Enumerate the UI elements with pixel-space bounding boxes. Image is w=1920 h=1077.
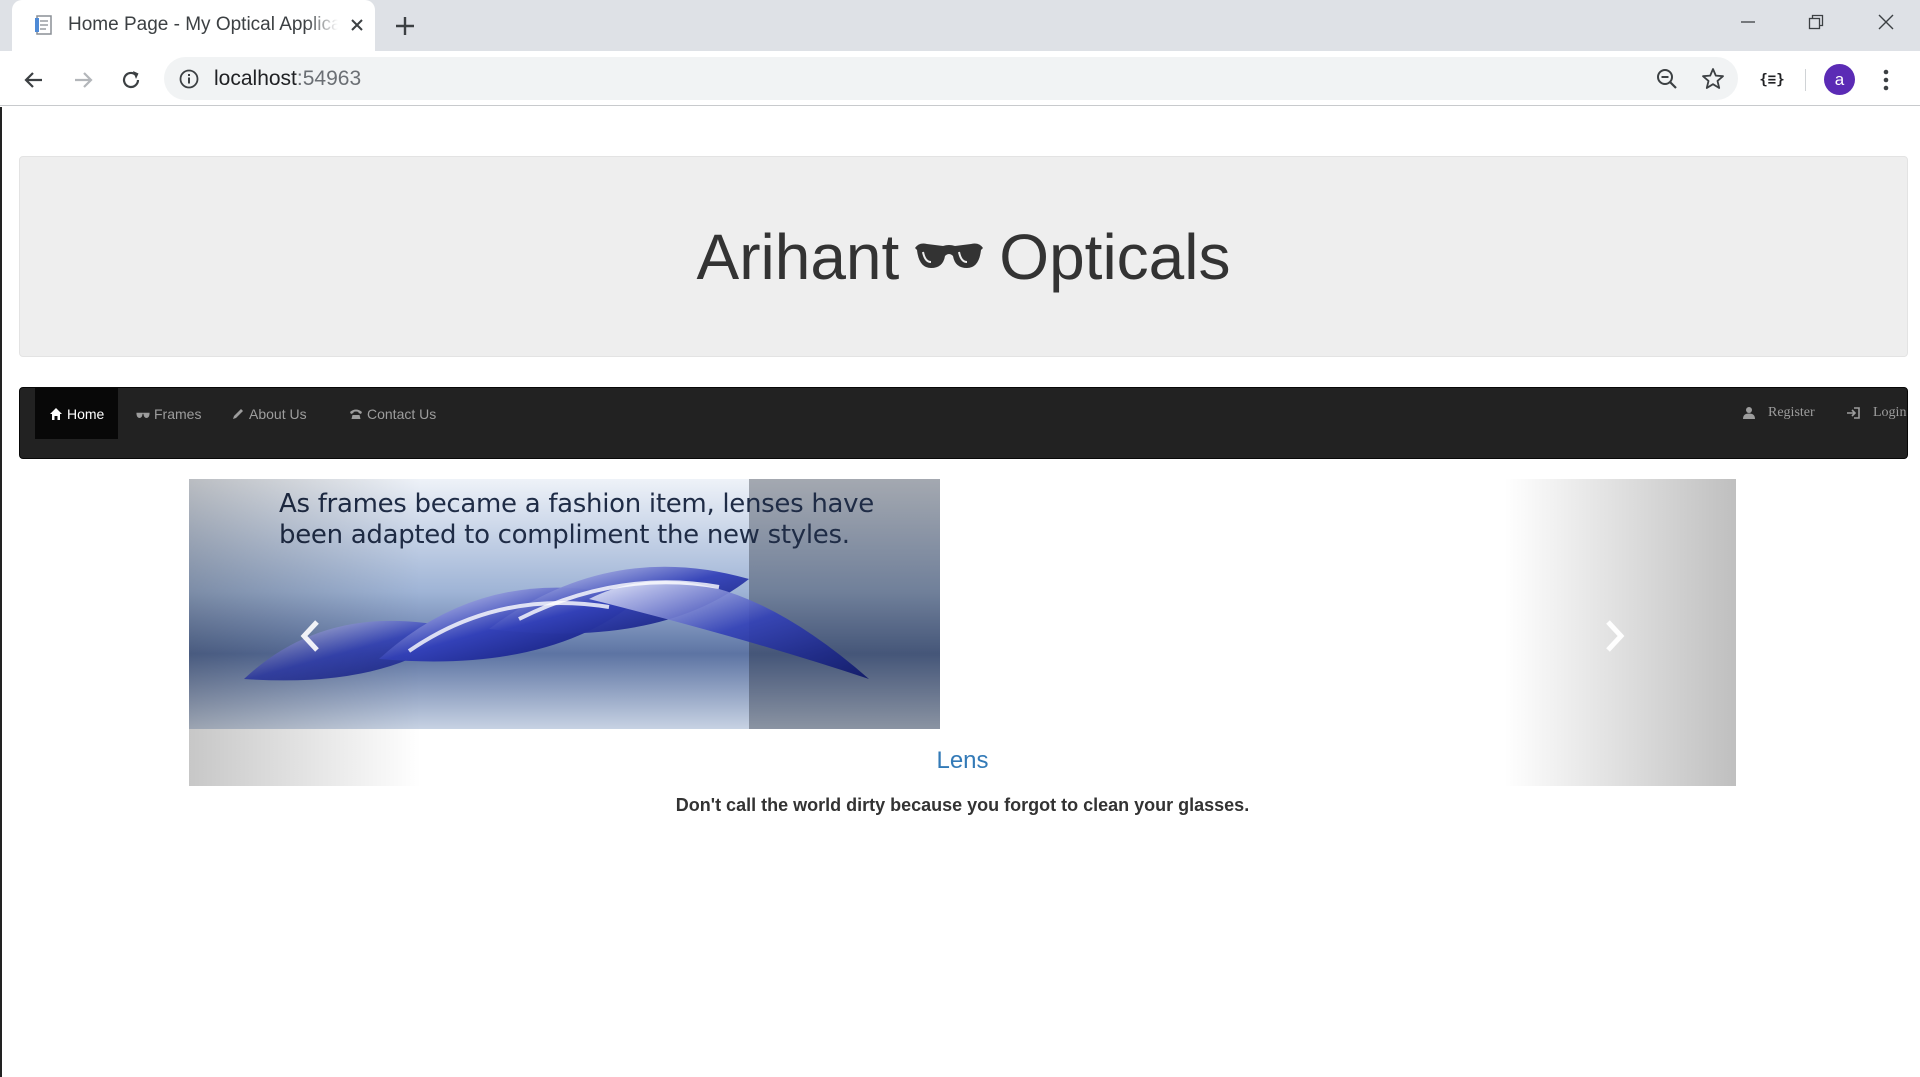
url-host: localhost — [214, 67, 297, 90]
nav-item-frames[interactable]: Frames — [122, 388, 215, 439]
document-icon — [35, 15, 52, 35]
page-viewport: Arihant Opticals Home Frames About Us Co… — [0, 107, 1920, 1077]
brand-name-right: Opticals — [999, 220, 1231, 293]
toolbar-divider — [1805, 69, 1806, 91]
browser-tabstrip: Home Page - My Optical Application — [0, 0, 1920, 51]
close-window-button[interactable] — [1852, 0, 1920, 44]
site-header: Arihant Opticals — [19, 156, 1908, 357]
nav-item-login[interactable]: Login — [1846, 402, 1906, 424]
nav-label: About Us — [249, 405, 307, 422]
extension-button[interactable]: {≡} — [1757, 65, 1787, 95]
nav-label: Frames — [154, 405, 202, 422]
reload-button[interactable] — [114, 63, 148, 97]
carousel-caption-title: Lens — [936, 747, 989, 774]
nav-label: Register — [1768, 405, 1815, 420]
chevron-left-icon — [300, 620, 319, 652]
login-icon — [1847, 407, 1860, 419]
sunglasses-icon — [915, 243, 984, 268]
close-icon[interactable] — [345, 13, 369, 37]
nav-item-contact-us[interactable]: Contact Us — [335, 388, 450, 439]
url-port: :54963 — [296, 67, 362, 90]
browser-toolbar: localhost:54963 {≡} a — [0, 51, 1920, 106]
carousel-prev-button[interactable] — [189, 479, 421, 786]
nav-item-about-us[interactable]: About Us — [217, 388, 321, 439]
carousel-next-button[interactable] — [1504, 479, 1736, 786]
new-tab-button[interactable] — [390, 11, 420, 41]
reload-icon — [122, 71, 140, 89]
chevron-right-icon — [1606, 620, 1625, 652]
forward-button[interactable] — [66, 63, 100, 97]
zoom-out-icon[interactable] — [1654, 66, 1680, 92]
nav-label: Home — [67, 405, 105, 422]
minimize-button[interactable] — [1714, 0, 1782, 44]
nav-item-home[interactable]: Home — [35, 388, 119, 439]
browser-menu-button[interactable] — [1874, 64, 1898, 95]
arrow-left-icon — [24, 72, 42, 88]
back-button[interactable] — [17, 63, 51, 97]
brand-name-left: Arihant — [696, 220, 900, 293]
close-icon — [1878, 14, 1894, 30]
address-bar[interactable]: localhost:54963 — [164, 57, 1738, 100]
info-icon[interactable] — [178, 68, 200, 90]
restore-button[interactable] — [1782, 0, 1850, 44]
site-brand: Arihant Opticals — [697, 225, 1231, 289]
main-navbar: Home Frames About Us Contact Us Register… — [19, 387, 1908, 459]
image-carousel: As frames became a fashion item, lenses … — [189, 479, 1736, 786]
profile-avatar[interactable]: a — [1824, 64, 1855, 95]
phone-icon — [350, 409, 362, 419]
nav-item-register[interactable]: Register — [1742, 402, 1815, 424]
pencil-icon — [233, 408, 243, 419]
glasses-icon — [136, 412, 150, 418]
minimize-icon — [1741, 21, 1755, 23]
nav-label: Login — [1873, 405, 1907, 420]
home-icon — [50, 407, 62, 420]
nav-label: Contact Us — [367, 405, 437, 422]
restore-icon — [1808, 14, 1824, 30]
arrow-right-icon — [75, 72, 93, 88]
browser-tab[interactable]: Home Page - My Optical Application — [12, 0, 375, 51]
tab-title: Home Page - My Optical Application — [68, 14, 338, 35]
user-icon — [1743, 407, 1755, 419]
kebab-menu-icon — [1883, 69, 1889, 90]
bookmark-star-icon[interactable] — [1700, 66, 1726, 92]
carousel-caption-text: Don't call the world dirty because you f… — [675, 795, 1250, 815]
url-text: localhost:54963 — [214, 67, 361, 91]
